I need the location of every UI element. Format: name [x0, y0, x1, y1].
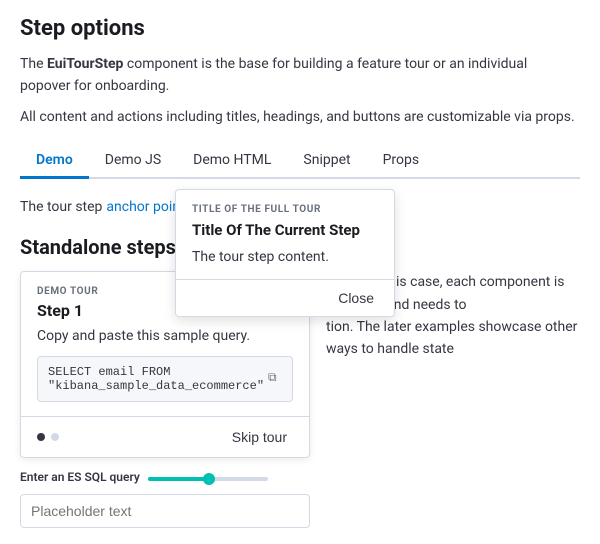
popover-content: The tour step content.	[192, 249, 378, 265]
input-label: Enter an ES SQL query	[20, 470, 140, 484]
anchor-point-link[interactable]: anchor point	[106, 195, 184, 215]
tab-demo-js[interactable]: Demo JS	[89, 144, 177, 179]
copy-icon[interactable]: ⧉	[268, 371, 284, 387]
popover-subtitle: TITLE OF THE FULL TOUR	[192, 204, 378, 215]
demo-area: The tour step anchor point TITLE OF THE …	[20, 179, 580, 227]
popover-card: TITLE OF THE FULL TOUR Title Of The Curr…	[175, 189, 395, 317]
skip-tour-button[interactable]: Skip tour	[226, 427, 293, 447]
description-paragraph-2: All content and actions including titles…	[20, 106, 580, 128]
tabs-bar: Demo Demo JS Demo HTML Snippet Props	[20, 144, 580, 179]
tab-props[interactable]: Props	[367, 144, 436, 179]
input-slider-row: Enter an ES SQL query	[20, 470, 580, 488]
page-title: Step options	[20, 16, 580, 41]
description-paragraph-1: The EuiTourStep component is the base fo…	[20, 53, 580, 98]
tour-step-label: The tour step	[20, 195, 102, 215]
slider-fill	[148, 477, 208, 481]
popover-body: TITLE OF THE FULL TOUR Title Of The Curr…	[176, 190, 394, 279]
popover-footer: Close	[176, 279, 394, 316]
code-text: SELECT email FROM "kibana_sample_data_ec…	[48, 365, 264, 393]
right-text-2: tion. The later examples showcase other …	[326, 319, 577, 357]
desc1-prefix: The	[20, 56, 47, 72]
close-button[interactable]: Close	[330, 288, 382, 308]
input-section: Enter an ES SQL query	[20, 470, 580, 528]
progress-dots	[37, 433, 59, 441]
desc1-bold: EuiTourStep	[47, 56, 123, 72]
code-block: SELECT email FROM "kibana_sample_data_ec…	[37, 356, 293, 402]
dot-2	[51, 433, 59, 441]
step-card-footer: Skip tour	[21, 416, 309, 457]
tab-demo-html[interactable]: Demo HTML	[177, 144, 287, 179]
tab-snippet[interactable]: Snippet	[287, 144, 366, 179]
popover-title: Title Of The Current Step	[192, 221, 378, 239]
page-container: Step options The EuiTourStep component i…	[0, 0, 600, 544]
dot-1	[37, 433, 45, 441]
slider-thumb[interactable]	[203, 473, 215, 485]
step-card-description: Copy and paste this sample query.	[37, 328, 293, 344]
tab-demo[interactable]: Demo	[20, 144, 89, 179]
es-sql-input[interactable]	[20, 494, 310, 528]
slider-track[interactable]	[148, 477, 268, 481]
